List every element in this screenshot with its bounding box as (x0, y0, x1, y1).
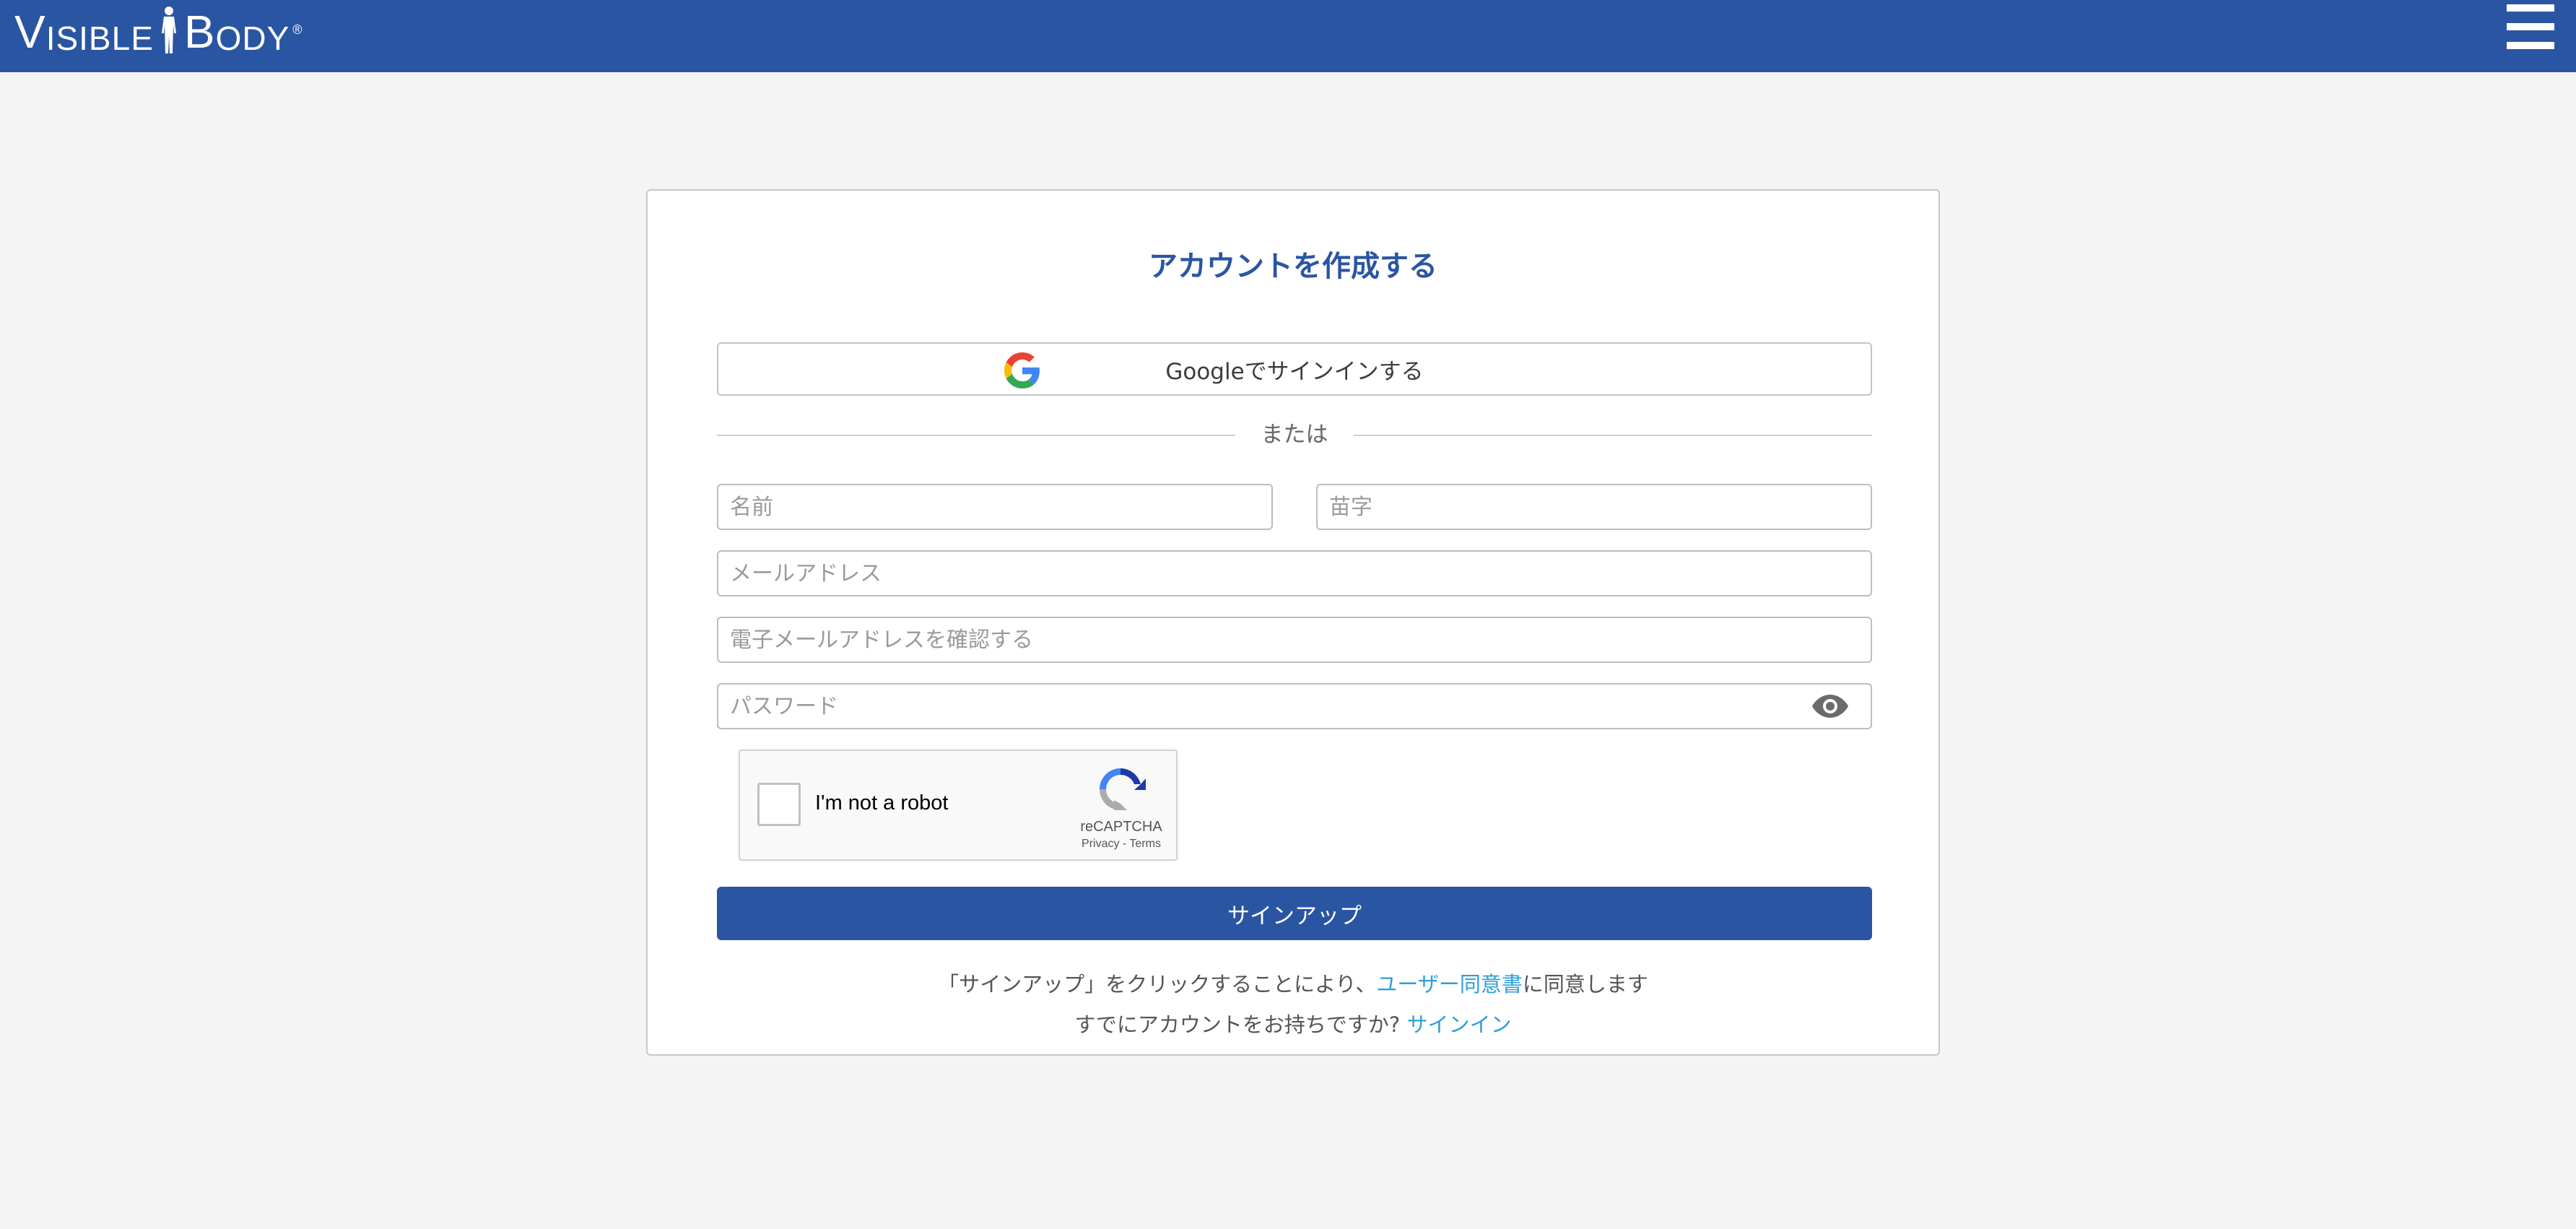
hamburger-menu-icon[interactable] (2507, 3, 2554, 51)
first-name-input[interactable] (717, 484, 1273, 530)
divider-line (717, 435, 1235, 436)
or-divider: または (717, 420, 1872, 449)
signin-prompt: すでにアカウントをお持ちですか? サインイン (648, 1008, 1938, 1038)
google-signin-button[interactable]: Googleでサインインする (717, 342, 1872, 396)
agreement-prefix: 「サインアップ」をクリックすることにより、 (938, 972, 1377, 996)
captcha-checkbox[interactable] (757, 783, 801, 826)
recaptcha-brand: reCAPTCHA (1080, 819, 1162, 835)
page-title: アカウントを作成する (1149, 250, 1437, 283)
password-input[interactable] (717, 683, 1872, 729)
logo-letter: V (14, 6, 46, 58)
user-agreement-link[interactable]: ユーザー同意書 (1376, 972, 1522, 996)
logo-word-visible: V ISIBLE (14, 9, 154, 55)
human-figure-icon (161, 6, 176, 53)
logo-letters: ISIBLE (45, 19, 154, 57)
last-name-input[interactable] (1316, 484, 1872, 530)
agreement-suffix: に同意します (1522, 972, 1648, 996)
logo-word-body: B ODY (184, 9, 290, 55)
recaptcha-widget: I'm not a robot reCAPTCHA Privacy - Term… (739, 750, 1178, 861)
registered-mark: ® (292, 22, 303, 37)
signup-card: アカウントを作成する Googleでサインインする または I'm not a … (646, 189, 1940, 1056)
google-signin-label: Googleでサインインする (1165, 358, 1424, 385)
recaptcha-links: Privacy - Terms (1058, 838, 1185, 851)
signin-prompt-text: すでにアカウントをお持ちですか? (1074, 1012, 1407, 1037)
logo-letter: B (183, 6, 216, 58)
agreement-text: 「サインアップ」をクリックすることにより、ユーザー同意書に同意します (648, 968, 1938, 998)
recaptcha-icon (1100, 768, 1146, 810)
confirm-email-input[interactable] (717, 617, 1872, 663)
logo-letters: ODY (215, 19, 290, 57)
links-separator: - (1119, 838, 1130, 850)
eye-icon[interactable] (1811, 693, 1849, 719)
divider-line (1354, 435, 1872, 436)
privacy-link[interactable]: Privacy (1082, 838, 1119, 850)
signin-link[interactable]: サインイン (1406, 1012, 1511, 1037)
top-navbar: V ISIBLE B ODY ® (0, 0, 2576, 72)
signup-button[interactable]: サインアップ (717, 887, 1872, 940)
email-input[interactable] (717, 550, 1872, 596)
visible-body-logo[interactable]: V ISIBLE B ODY ® (14, 0, 303, 55)
captcha-label: I'm not a robot (815, 791, 949, 815)
divider-text: または (1261, 422, 1328, 448)
terms-link[interactable]: Terms (1129, 838, 1161, 850)
